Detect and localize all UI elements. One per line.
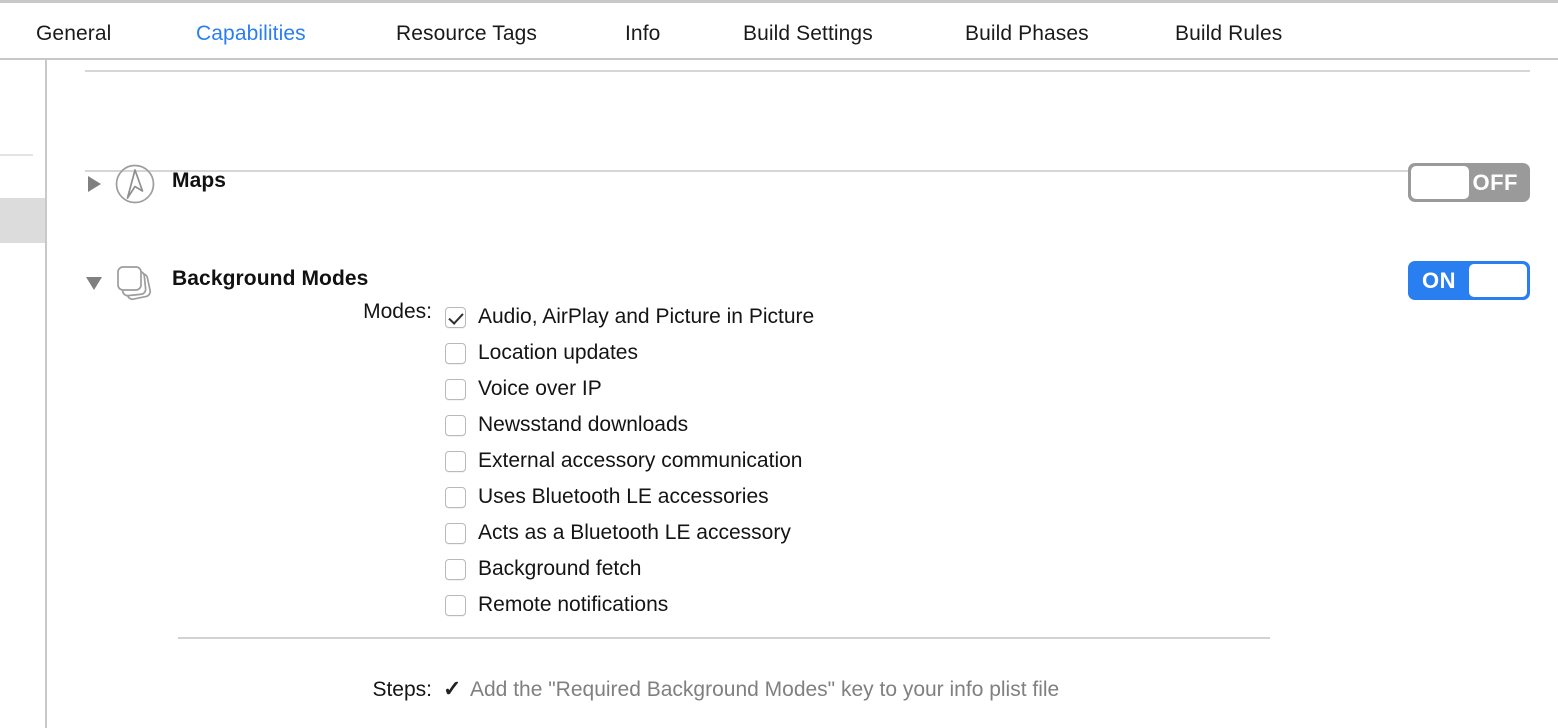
mode-item[interactable]: Location updates [445, 335, 814, 371]
tab-general[interactable]: General [36, 22, 111, 46]
triangle-down-icon[interactable] [86, 277, 102, 290]
navigator-strip [0, 60, 46, 728]
steps-label: Steps: [372, 678, 432, 701]
mode-item[interactable]: Remote notifications [445, 587, 814, 623]
mode-item[interactable]: Newsstand downloads [445, 407, 814, 443]
switch-state-label: ON [1422, 268, 1456, 293]
capability-switch-maps[interactable]: OFF [1408, 163, 1530, 202]
tab-build-phases[interactable]: Build Phases [965, 22, 1089, 46]
mode-item[interactable]: Audio, AirPlay and Picture in Picture [445, 299, 814, 335]
switch-knob [1411, 166, 1469, 199]
mode-label: Background fetch [478, 557, 642, 580]
checkbox-icon[interactable] [445, 486, 466, 508]
checkbox-icon[interactable] [445, 342, 466, 364]
capabilities-pane: Maps OFF Background Modes ON Modes: Audi… [47, 60, 1558, 728]
tab-build-settings[interactable]: Build Settings [743, 22, 873, 46]
step-description: Add the "Required Background Modes" key … [470, 678, 1060, 701]
switch-knob [1469, 264, 1527, 297]
tab-build-rules[interactable]: Build Rules [1175, 22, 1282, 46]
mode-label: Newsstand downloads [478, 413, 689, 436]
tab-info[interactable]: Info [625, 22, 660, 46]
checkbox-icon[interactable] [445, 414, 466, 436]
checkbox-icon[interactable] [445, 450, 466, 472]
navigator-selected-row[interactable] [0, 198, 45, 243]
checkbox-icon[interactable] [445, 522, 466, 544]
mode-label: Voice over IP [478, 377, 602, 400]
mode-item[interactable]: Background fetch [445, 551, 814, 587]
steps-divider [178, 637, 1270, 639]
capability-title-maps: Maps [172, 169, 227, 192]
section-divider-top [85, 70, 1530, 72]
mode-label: Remote notifications [478, 593, 669, 616]
capability-switch-background-modes[interactable]: ON [1408, 261, 1530, 300]
triangle-right-icon[interactable] [88, 176, 101, 192]
mode-item[interactable]: Voice over IP [445, 371, 814, 407]
check-icon: ✓ [443, 676, 462, 701]
capability-title-background-modes: Background Modes [172, 267, 369, 290]
tab-capabilities[interactable]: Capabilities [196, 22, 306, 46]
checkbox-checked-icon[interactable] [445, 306, 466, 328]
mode-label: External accessory communication [478, 449, 803, 472]
compass-icon [112, 161, 158, 207]
mode-label: Uses Bluetooth LE accessories [478, 485, 769, 508]
tab-resource-tags[interactable]: Resource Tags [396, 22, 537, 46]
layered-cards-icon [112, 259, 158, 305]
checkbox-icon[interactable] [445, 558, 466, 580]
mode-item[interactable]: Uses Bluetooth LE accessories [445, 479, 814, 515]
checkbox-icon[interactable] [445, 594, 466, 616]
mode-label: Acts as a Bluetooth LE accessory [478, 521, 791, 544]
modes-checkbox-list: Audio, AirPlay and Picture in Picture Loc… [445, 299, 814, 623]
navigator-rule [0, 154, 33, 156]
mode-label: Location updates [478, 341, 638, 364]
mode-label: Audio, AirPlay and Picture in Picture [478, 305, 815, 328]
capability-row-maps[interactable]: Maps OFF [47, 153, 1558, 213]
switch-state-label: OFF [1472, 170, 1518, 195]
mode-item[interactable]: Acts as a Bluetooth LE accessory [445, 515, 814, 551]
mode-item[interactable]: External accessory communication [445, 443, 814, 479]
project-editor-tab-bar: General Capabilities Resource Tags Info Buil… [0, 0, 1558, 60]
modes-label: Modes: [363, 300, 432, 323]
checkbox-icon[interactable] [445, 378, 466, 400]
